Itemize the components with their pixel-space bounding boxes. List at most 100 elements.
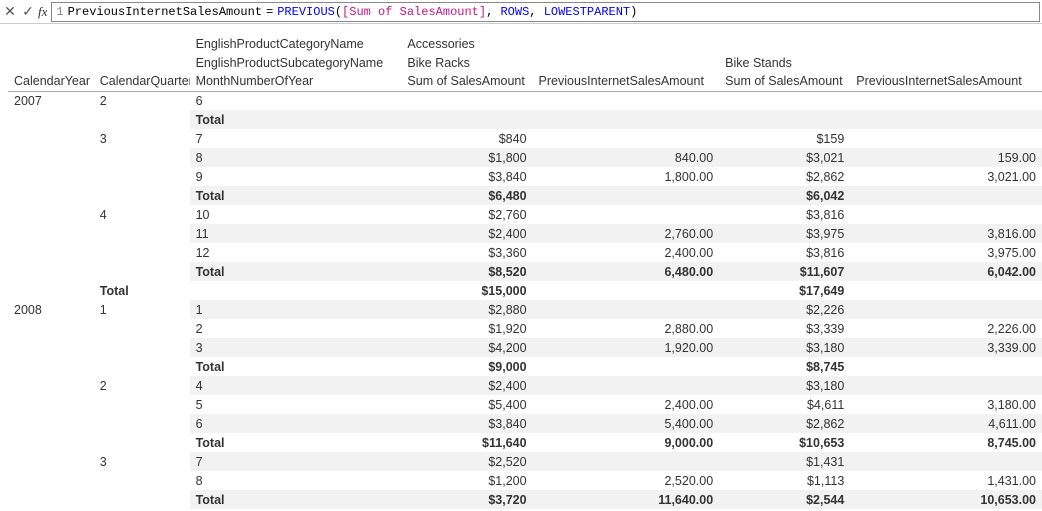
cell-sum2[interactable]: $2,544 [719,490,850,509]
cell-prev1[interactable]: 2,520.00 [533,471,720,490]
table-row[interactable]: 200726 [8,91,1042,110]
cell-sum2[interactable]: $2,226 [719,300,850,319]
cell-sum2[interactable]: $3,180 [719,338,850,357]
cell-quarter[interactable] [94,110,190,129]
cell-sum2[interactable]: $11,607 [719,262,850,281]
cell-sum1[interactable]: $5,400 [401,395,532,414]
cell-year[interactable] [8,414,94,433]
cell-prev1[interactable] [533,110,720,129]
cell-sum2[interactable]: $3,021 [719,148,850,167]
cell-quarter[interactable] [94,186,190,205]
cell-sum1[interactable]: $2,520 [401,452,532,471]
cell-prev1[interactable]: 11,640.00 [533,490,720,509]
cell-year[interactable] [8,357,94,376]
cell-sum1[interactable]: $3,840 [401,414,532,433]
cell-quarter[interactable] [94,262,190,281]
cell-year[interactable] [8,338,94,357]
cell-sum1[interactable]: $6,480 [401,186,532,205]
cell-quarter[interactable] [94,338,190,357]
cell-prev1[interactable]: 2,400.00 [533,395,720,414]
cell-month[interactable]: 9 [190,167,402,186]
cell-sum2[interactable]: $1,113 [719,471,850,490]
fx-icon[interactable]: fx [38,4,47,20]
table-row[interactable]: Total$6,480$6,042 [8,186,1042,205]
cell-sum2[interactable]: $2,862 [719,414,850,433]
formula-input[interactable]: 1 PreviousInternetSalesAmount = PREVIOUS… [51,2,1040,22]
cell-sum2[interactable]: $3,975 [719,224,850,243]
cell-sum1[interactable]: $2,760 [401,205,532,224]
cell-prev2[interactable] [850,91,1042,110]
table-row[interactable]: 9$3,8401,800.00$2,8623,021.00 [8,167,1042,186]
cell-sum1[interactable]: $3,360 [401,243,532,262]
table-row[interactable]: 24$2,400$3,180 [8,376,1042,395]
cell-month[interactable]: 11 [190,224,402,243]
cell-prev1[interactable] [533,357,720,376]
cell-quarter[interactable] [94,167,190,186]
cell-sum1[interactable]: $840 [401,129,532,148]
cell-sum2[interactable]: $6,042 [719,186,850,205]
cell-month[interactable]: Total [190,110,402,129]
cell-prev2[interactable] [850,281,1042,300]
cell-year[interactable] [8,167,94,186]
cell-quarter[interactable] [94,471,190,490]
cell-prev1[interactable] [533,376,720,395]
cell-month[interactable]: Total [190,433,402,452]
cell-month[interactable]: 7 [190,129,402,148]
cell-sum1[interactable]: $1,200 [401,471,532,490]
cell-prev1[interactable]: 6,480.00 [533,262,720,281]
table-row[interactable]: 11$2,4002,760.00$3,9753,816.00 [8,224,1042,243]
cell-prev2[interactable]: 3,180.00 [850,395,1042,414]
cell-sum1[interactable]: $9,000 [401,357,532,376]
table-row[interactable]: 37$840$159 [8,129,1042,148]
table-row[interactable]: 8$1,2002,520.00$1,1131,431.00 [8,471,1042,490]
table-row[interactable]: 5$5,4002,400.00$4,6113,180.00 [8,395,1042,414]
cell-prev1[interactable]: 1,920.00 [533,338,720,357]
cell-prev2[interactable]: 3,021.00 [850,167,1042,186]
header-sum2[interactable]: Sum of SalesAmount [719,72,850,91]
cell-prev1[interactable] [533,186,720,205]
cell-prev2[interactable]: 1,431.00 [850,471,1042,490]
cell-year[interactable] [8,205,94,224]
cell-prev2[interactable] [850,186,1042,205]
table-row[interactable]: 410$2,760$3,816 [8,205,1042,224]
table-row[interactable]: 37$2,520$1,431 [8,452,1042,471]
table-row[interactable]: 200811$2,880$2,226 [8,300,1042,319]
cell-month[interactable]: 7 [190,452,402,471]
table-row[interactable]: Total$3,72011,640.00$2,54410,653.00 [8,490,1042,509]
cell-quarter[interactable] [94,224,190,243]
cell-month[interactable]: 5 [190,395,402,414]
header-subcat2[interactable]: Bike Stands [719,53,850,72]
cell-quarter[interactable]: 2 [94,376,190,395]
table-row[interactable]: 6$3,8405,400.00$2,8624,611.00 [8,414,1042,433]
cell-quarter[interactable]: Total [94,281,190,300]
cell-year[interactable] [8,186,94,205]
accept-icon[interactable]: ✓ [20,4,36,20]
header-quarter[interactable]: CalendarQuarter [94,72,190,91]
cell-prev2[interactable] [850,452,1042,471]
cell-sum1[interactable]: $2,400 [401,224,532,243]
cell-quarter[interactable]: 1 [94,300,190,319]
cell-sum2[interactable]: $3,180 [719,376,850,395]
cell-prev1[interactable] [533,452,720,471]
header-prev1[interactable]: PreviousInternetSalesAmount [533,72,720,91]
cell-year[interactable] [8,433,94,452]
header-month[interactable]: MonthNumberOfYear [190,72,402,91]
cell-quarter[interactable]: 3 [94,452,190,471]
cell-sum1[interactable]: $1,800 [401,148,532,167]
cell-prev2[interactable]: 3,816.00 [850,224,1042,243]
cell-sum2[interactable] [719,110,850,129]
table-row[interactable]: 3$4,2001,920.00$3,1803,339.00 [8,338,1042,357]
cell-year[interactable] [8,243,94,262]
header-prev2[interactable]: PreviousInternetSalesAmount [850,72,1042,91]
cell-quarter[interactable]: 4 [94,205,190,224]
cell-quarter[interactable]: 3 [94,129,190,148]
cell-prev2[interactable]: 159.00 [850,148,1042,167]
cell-prev1[interactable] [533,281,720,300]
cell-month[interactable]: 4 [190,376,402,395]
cell-sum2[interactable]: $17,649 [719,281,850,300]
cell-sum1[interactable]: $11,640 [401,433,532,452]
cell-month[interactable]: Total [190,357,402,376]
cell-month[interactable]: 6 [190,91,402,110]
cell-prev1[interactable] [533,129,720,148]
cell-sum1[interactable]: $3,840 [401,167,532,186]
